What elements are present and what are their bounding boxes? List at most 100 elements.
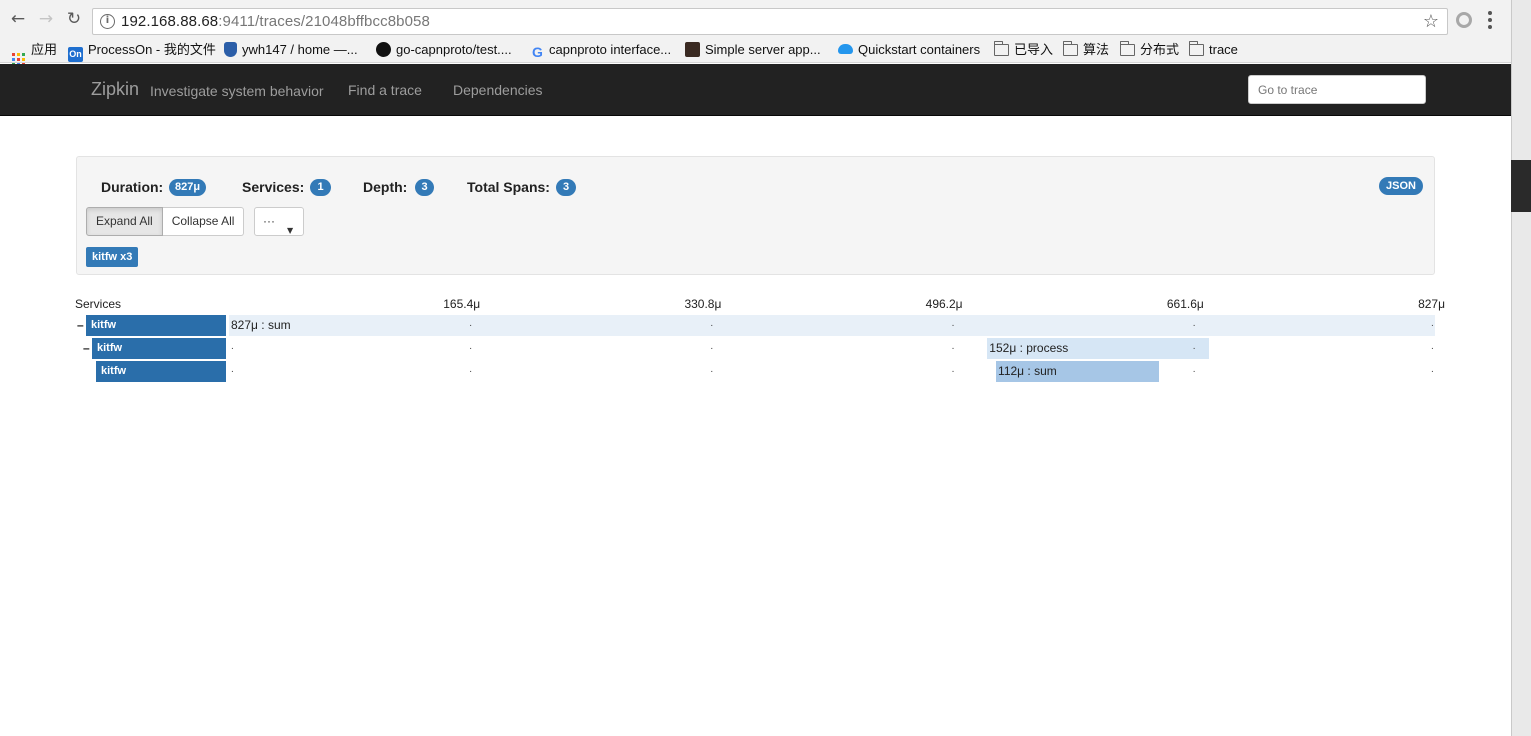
background-window-edge [1511, 0, 1531, 736]
gridline-marker: . [1431, 364, 1434, 375]
browser-toolbar: ← → ↻ i 192.168.88.68:9411/traces/21048b… [0, 0, 1511, 38]
bookmark-bitbucket[interactable]: ywh147 / home —... [224, 41, 358, 59]
browser-window: ← → ↻ i 192.168.88.68:9411/traces/21048b… [0, 0, 1531, 736]
duration-badge: 827μ [169, 179, 207, 196]
timeline-row-highlight [229, 315, 1435, 336]
gridline-marker: . [951, 341, 955, 352]
gridline-marker: . [710, 318, 714, 329]
bookmark-github[interactable]: go-capnproto/test.... [376, 41, 512, 59]
more-options-label: ··· [263, 214, 275, 228]
duration-label: Duration: [101, 179, 164, 195]
bookmark-label: 应用 [31, 42, 58, 57]
extension-icon[interactable] [1456, 12, 1472, 28]
gridline-marker: . [469, 318, 472, 329]
timeline-tick-label: 165.4μ [443, 297, 481, 311]
go-to-trace-input[interactable] [1248, 75, 1426, 104]
span-label[interactable]: 152μ : process [989, 338, 1068, 359]
bookmark-label: trace [1209, 42, 1238, 57]
bookmark-label: 分布式 [1140, 42, 1180, 57]
expand-all-button[interactable]: Expand All [86, 207, 163, 236]
bitbucket-icon [224, 42, 237, 57]
bookmark-star-icon[interactable]: ☆ [1423, 11, 1439, 32]
gridline-marker: . [1431, 318, 1434, 329]
bookmark-google[interactable]: Gcapnproto interface... [532, 41, 671, 60]
bookmark-label: Quickstart containers [858, 42, 981, 57]
bookmark-label: 算法 [1083, 42, 1110, 57]
timeline-tick-label: 661.6μ [1166, 297, 1204, 311]
background-window-dark-block [1511, 160, 1531, 212]
gridline-marker: . [1431, 341, 1434, 352]
gridline-marker: . [1192, 318, 1196, 329]
browser-menu-icon[interactable] [1488, 11, 1492, 29]
span-service-cell[interactable]: kitfw [92, 338, 226, 359]
url-path: :9411/traces/21048bffbcc8b058 [218, 13, 430, 30]
gridline-marker: . [1192, 364, 1196, 375]
more-options-dropdown[interactable]: ··· ▼ [254, 207, 304, 236]
caret-down-icon: ▼ [287, 226, 294, 235]
total-spans-label: Total Spans: [467, 179, 550, 195]
app-navbar: Zipkin Investigate system behavior Find … [0, 64, 1511, 116]
span-label[interactable]: 827μ : sum [231, 315, 291, 336]
brand-tagline: Investigate system behavior [150, 83, 324, 99]
bookmark-docker[interactable]: Quickstart containers [838, 41, 980, 59]
folder-icon [994, 41, 1009, 56]
services-badge: 1 [310, 179, 331, 196]
nav-find-trace[interactable]: Find a trace [348, 82, 422, 98]
brand-logo[interactable]: Zipkin [91, 79, 139, 100]
services-column-header: Services [75, 297, 122, 311]
expand-collapse-group: Expand All Collapse All [86, 207, 245, 236]
nav-dependencies[interactable]: Dependencies [453, 82, 543, 98]
folder-icon [1063, 41, 1078, 56]
depth-badge: 3 [415, 179, 434, 196]
gridline-marker: . [951, 318, 955, 329]
docker-icon [838, 44, 853, 54]
timeline-tick-label: 330.8μ [684, 297, 722, 311]
bookmarks-bar: 应用 On ProcessOn - 我的文件 ywh147 / home —...… [0, 38, 1511, 66]
services-label: Services: [242, 179, 305, 195]
gridline-marker: . [231, 364, 234, 375]
back-arrow-icon[interactable]: ← [8, 9, 28, 29]
bookmark-folder-algorithms[interactable]: 算法 [1063, 41, 1109, 59]
bookmark-label: go-capnproto/test.... [396, 42, 512, 57]
service-filter-tag[interactable]: kitfw x3 [86, 247, 139, 267]
bookmark-processon[interactable]: On ProcessOn - 我的文件 [68, 41, 216, 62]
url-host: 192.168.88.68 [121, 13, 219, 30]
bookmark-label: ywh147 / home —... [242, 42, 358, 57]
gridline-marker: . [951, 364, 955, 375]
forward-arrow-icon[interactable]: → [36, 9, 56, 29]
gridline-marker: . [469, 364, 472, 375]
span-label[interactable]: 112μ : sum [998, 361, 1057, 382]
info-icon[interactable]: i [100, 14, 115, 29]
trace-summary-panel: Duration: 827μ Services: 1 Depth: 3 Tota… [76, 156, 1435, 275]
folder-icon [1120, 41, 1135, 56]
bookmark-label: Simple server app... [705, 42, 821, 57]
timeline-tick-label: 496.2μ [925, 297, 963, 311]
row-expander-toggle[interactable]: – [77, 318, 84, 332]
total-spans-badge: 3 [556, 179, 576, 196]
bookmark-label: ProcessOn - 我的文件 [88, 42, 216, 57]
address-bar[interactable]: i 192.168.88.68:9411/traces/21048bffbcc8… [92, 8, 1448, 35]
row-expander-toggle[interactable]: – [83, 341, 90, 355]
reload-icon[interactable]: ↻ [64, 9, 84, 29]
json-button[interactable]: JSON [1379, 177, 1423, 195]
span-service-cell[interactable]: kitfw [96, 361, 226, 382]
folder-icon [1189, 41, 1204, 56]
bookmark-folder-distributed[interactable]: 分布式 [1120, 41, 1179, 59]
span-service-cell[interactable]: kitfw [86, 315, 226, 336]
depth-label: Depth: [363, 179, 408, 195]
bookmark-apps[interactable]: 应用 [12, 41, 58, 66]
bookmark-simple-server[interactable]: Simple server app... [685, 41, 821, 59]
google-icon: G [532, 44, 543, 60]
collapse-all-button[interactable]: Collapse All [162, 207, 245, 236]
url-text[interactable]: 192.168.88.68:9411/traces/21048bffbcc8b0… [121, 13, 430, 30]
bookmark-folder-imported[interactable]: 已导入 [994, 41, 1053, 59]
gridline-marker: . [469, 341, 472, 352]
github-icon [376, 42, 391, 57]
timeline-tick-label: 827μ [1418, 297, 1445, 311]
bookmark-folder-trace[interactable]: trace [1189, 41, 1238, 59]
bookmark-label: 已导入 [1014, 42, 1054, 57]
gridline-marker: . [231, 341, 234, 352]
processon-icon: On [68, 47, 83, 62]
avatar-icon [685, 42, 700, 57]
gridline-marker: . [1192, 341, 1196, 352]
